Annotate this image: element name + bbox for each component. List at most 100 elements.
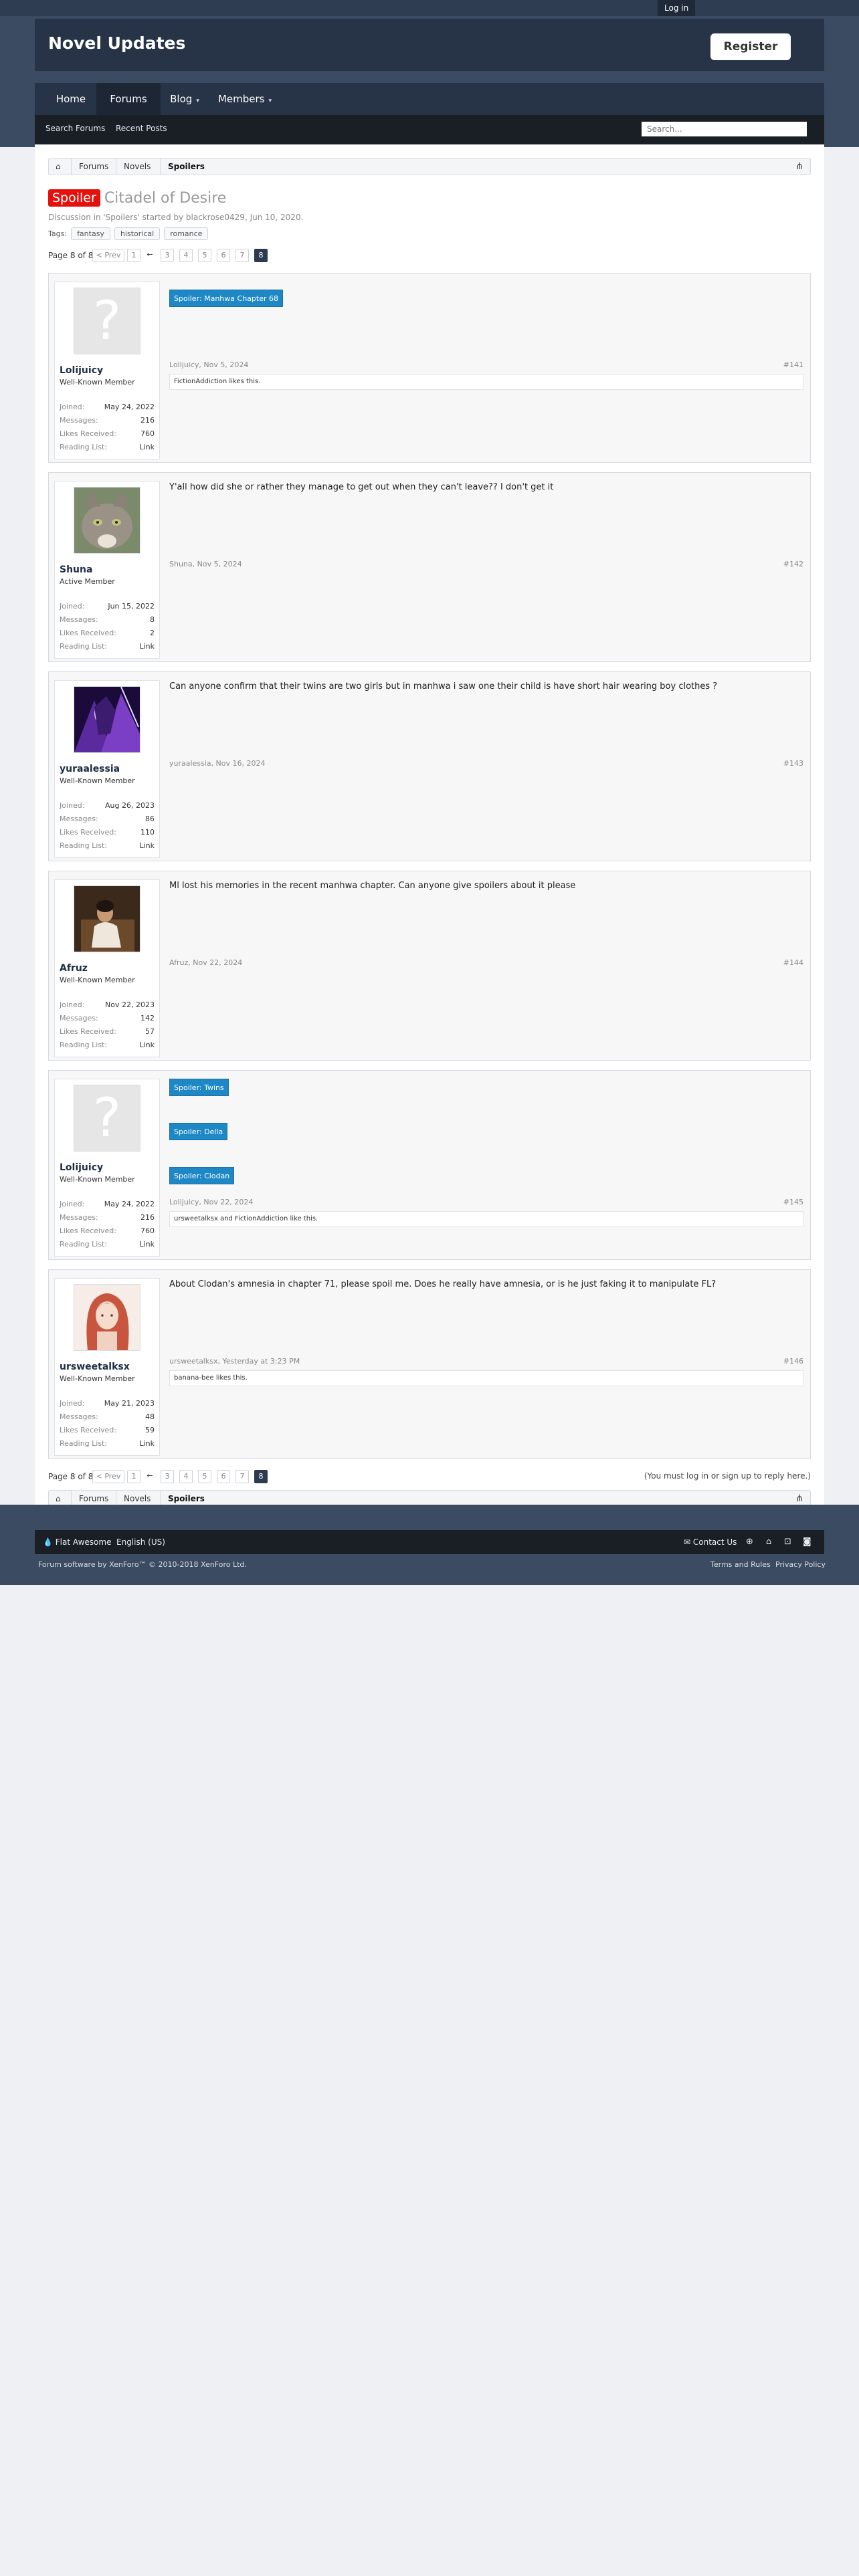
chevron-down-icon[interactable]: ▾ [196,98,199,104]
page-7[interactable]: 7 [235,249,249,262]
post-number[interactable]: #145 [783,1198,803,1206]
help-icon[interactable]: ⊕ [746,1537,753,1547]
post-meta[interactable]: ursweetalksx, Yesterday at 3:23 PM [169,1357,300,1366]
post-142: Shuna Active Member Joined: Jun 15, 2022 … [48,472,811,662]
username[interactable]: Lolijuicy [60,1162,103,1173]
site-title[interactable]: Novel Updates [48,33,185,53]
tab-blog[interactable]: Blog ▾ [161,83,209,115]
post-meta[interactable]: yuraalessia, Nov 16, 2024 [169,759,266,768]
username[interactable]: Shuna [60,564,92,575]
reading-list-link[interactable]: Link [139,642,155,651]
reply-note[interactable]: (You must log in or sign up to reply her… [644,1471,811,1481]
home-icon[interactable]: ⌂ [766,1537,771,1547]
tags-label: Tags: [48,229,68,238]
top-icon[interactable]: ⊡ [784,1537,791,1547]
reading-list-link[interactable]: Link [139,1041,155,1049]
tag-historical[interactable]: historical [114,227,161,240]
page-7[interactable]: 7 [235,1470,249,1483]
register-button[interactable]: Register [710,33,791,60]
language-chooser[interactable]: English (US) [116,1537,165,1547]
spoiler-button[interactable]: Spoiler: Della [169,1123,228,1140]
chevron-down-icon[interactable]: ▾ [268,98,272,104]
reading-list-link[interactable]: Link [139,841,155,850]
style-chooser[interactable]: 💧 Flat Awesome [43,1537,111,1547]
page-1[interactable]: 1 [127,249,140,262]
recent-posts-link[interactable]: Recent Posts [116,124,167,133]
post-meta[interactable]: Afruz, Nov 22, 2024 [169,958,242,967]
page-3[interactable]: 3 [161,1470,174,1483]
avatar[interactable] [74,686,140,753]
tab-home[interactable]: Home [45,83,96,115]
breadcrumb-novels[interactable]: Novels [124,158,151,175]
page-8-current[interactable]: 8 [254,249,268,262]
post-text: Can anyone confirm that their twins are … [169,681,718,691]
page-8-current[interactable]: 8 [254,1470,268,1483]
home-icon[interactable]: ⌂ [56,158,61,175]
username[interactable]: ursweetalksx [60,1362,130,1372]
page-4[interactable]: 4 [179,1470,193,1483]
copyright[interactable]: Forum software by XenForo™ © 2010-2018 X… [38,1560,247,1569]
page-6[interactable]: 6 [217,1470,230,1483]
post-number[interactable]: #143 [783,759,803,768]
avatar[interactable] [74,1284,140,1351]
post-144: Afruz Well-Known Member Joined: Nov 22, 2… [48,871,811,1061]
breadcrumb-forums[interactable]: Forums [79,158,108,175]
privacy-link[interactable]: Privacy Policy [775,1560,826,1569]
spoiler-button[interactable]: Spoiler: Twins [169,1079,229,1096]
prev-button[interactable]: < Prev [92,1470,124,1483]
spoiler-prefix-badge[interactable]: Spoiler [48,189,100,207]
sitemap-icon[interactable]: ⋔ [795,1493,803,1504]
post-number[interactable]: #146 [783,1357,803,1366]
spoiler-button[interactable]: Spoiler: Clodan [169,1167,235,1184]
page-6[interactable]: 6 [217,249,230,262]
post-meta[interactable]: Lolijuicy, Nov 22, 2024 [169,1198,253,1206]
breadcrumb-spoilers[interactable]: Spoilers [168,158,205,175]
page-ellipsis[interactable]: ← [143,1470,157,1482]
stat-messages: Messages: 142 [60,1014,155,1023]
reading-list-link[interactable]: Link [139,1439,155,1448]
prev-button[interactable]: < Prev [92,249,124,262]
terms-link[interactable]: Terms and Rules [710,1560,771,1569]
username[interactable]: Lolijuicy [60,365,103,376]
search-forums-link[interactable]: Search Forums [45,124,105,133]
footer-bar: 💧 Flat Awesome English (US) ✉ Contact Us… [35,1530,824,1554]
username[interactable]: Afruz [60,963,88,974]
spoiler-button[interactable]: Spoiler: Manhwa Chapter 68 [169,290,283,307]
user-info: Afruz Well-Known Member Joined: Nov 22, 2… [54,879,160,1057]
post-meta[interactable]: Lolijuicy, Nov 5, 2024 [169,360,248,369]
breadcrumb-divider [71,158,72,175]
avatar[interactable] [74,885,140,952]
page-1[interactable]: 1 [127,1470,140,1483]
post-145: ? Lolijuicy Well-Known Member Joined: May… [48,1070,811,1260]
post-meta[interactable]: Shuna, Nov 5, 2024 [169,560,242,568]
stat-joined: Joined: Aug 26, 2023 [60,801,155,810]
user-title: Well-Known Member [60,378,135,387]
top-strip: Log in [0,0,859,16]
contact-link[interactable]: ✉ Contact Us [684,1537,737,1547]
post-number[interactable]: #144 [783,958,803,967]
brand-header: Novel Updates Register [35,19,824,71]
tag-romance[interactable]: romance [164,227,209,240]
reading-list-link[interactable]: Link [139,443,155,451]
sitemap-icon[interactable]: ⋔ [795,161,803,172]
username[interactable]: yuraalessia [60,764,120,774]
page-ellipsis[interactable]: ← [143,249,157,261]
post-number[interactable]: #142 [783,560,803,568]
avatar[interactable]: ? [74,288,140,354]
page-5[interactable]: 5 [198,1470,211,1483]
page-5[interactable]: 5 [198,249,211,262]
post-number[interactable]: #141 [783,360,803,369]
login-link[interactable]: Log in [658,0,696,16]
avatar[interactable]: ? [74,1085,140,1152]
reading-list-link[interactable]: Link [139,1240,155,1249]
user-title: Well-Known Member [60,776,135,785]
user-info: ? Lolijuicy Well-Known Member Joined: May… [54,282,160,459]
tab-forums[interactable]: Forums [96,83,161,115]
page-3[interactable]: 3 [161,249,174,262]
page-4[interactable]: 4 [179,249,193,262]
tag-fantasy[interactable]: fantasy [71,227,110,240]
rss-icon[interactable]: ◙ [803,1537,812,1547]
search-input[interactable] [642,122,807,136]
tab-members[interactable]: Members ▾ [210,83,280,115]
avatar[interactable] [74,487,140,554]
